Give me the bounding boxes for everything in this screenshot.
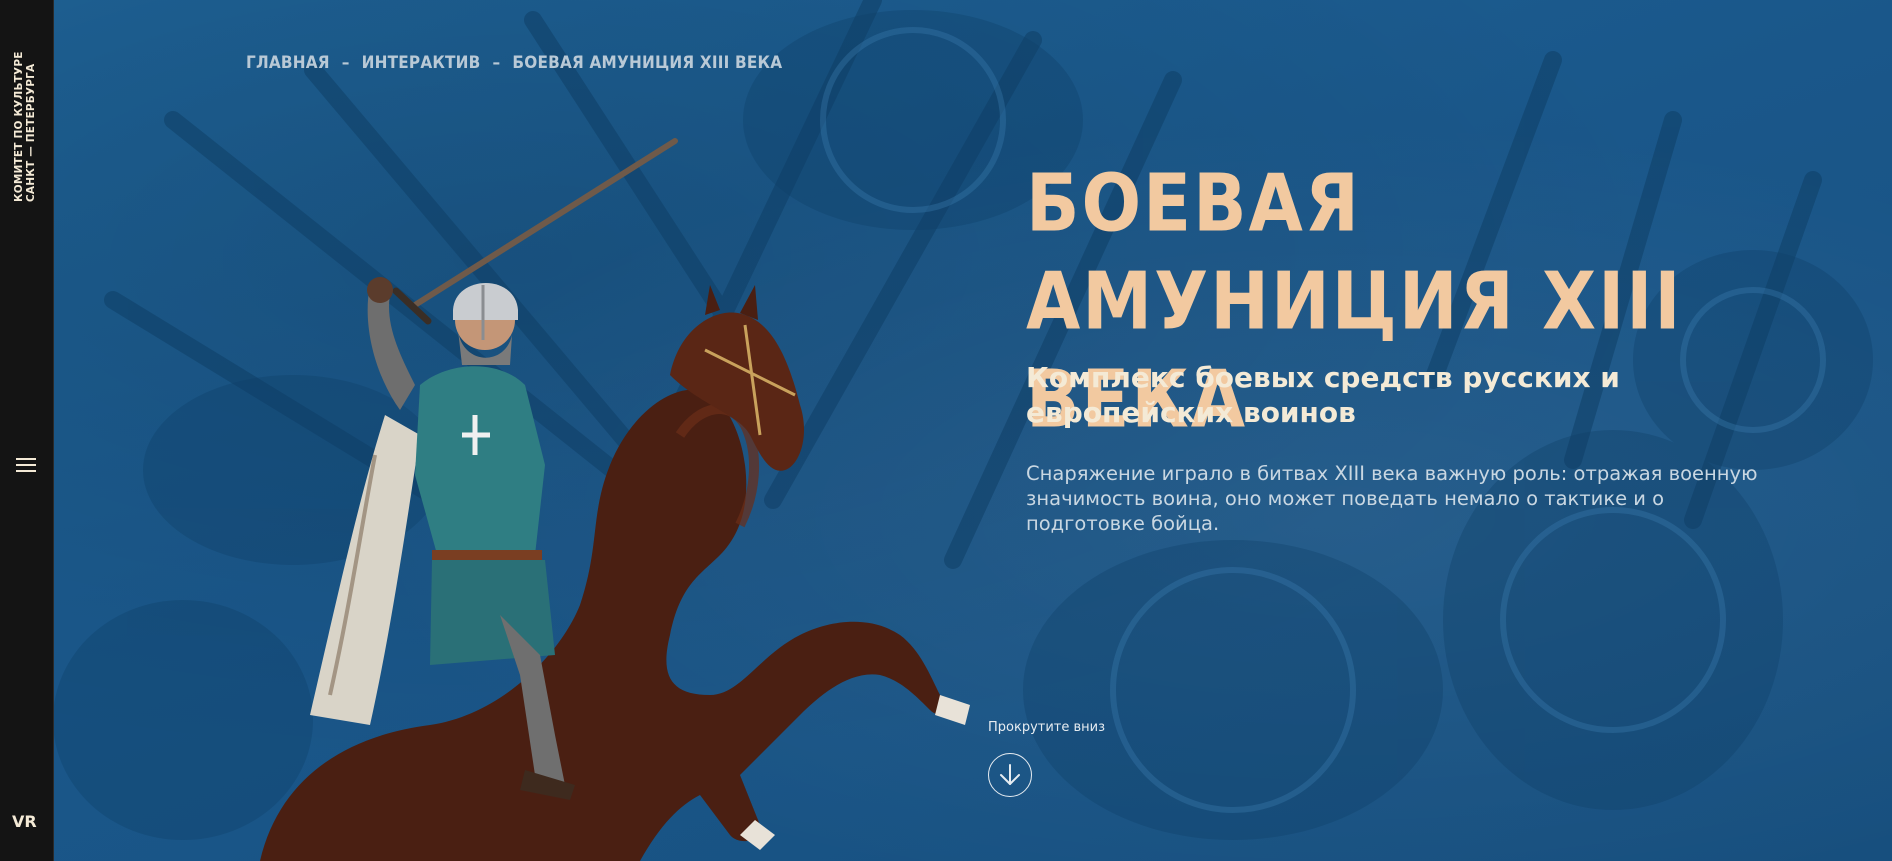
hamburger-menu-icon[interactable] <box>14 454 38 478</box>
breadcrumb-interactive[interactable]: ИНТЕРАКТИВ <box>362 53 481 73</box>
knight-on-horse-image <box>200 135 980 861</box>
breadcrumb-separator: – <box>492 53 501 73</box>
page: КОМИТЕТ ПО КУЛЬТУРЕ САНКТ — ПЕТЕРБУРГА V… <box>0 0 1892 861</box>
committee-logo[interactable]: КОМИТЕТ ПО КУЛЬТУРЕ САНКТ — ПЕТЕРБУРГА <box>13 38 41 202</box>
sidebar: КОМИТЕТ ПО КУЛЬТУРЕ САНКТ — ПЕТЕРБУРГА V… <box>0 0 54 861</box>
page-description: Снаряжение играло в битвах XIII века важ… <box>1026 462 1758 535</box>
scroll-down-label: Прокрутите вниз <box>988 720 1106 735</box>
breadcrumb: ГЛАВНАЯ – ИНТЕРАКТИВ – БОЕВАЯ АМУНИЦИЯ XIII … <box>246 53 782 73</box>
arrow-down-icon <box>1000 764 1020 785</box>
breadcrumb-current: БОЕВАЯ АМУНИЦИЯ XIII ВЕКА <box>512 53 783 73</box>
scroll-down-button[interactable] <box>988 753 1032 797</box>
vr-button[interactable]: VR <box>12 812 37 831</box>
breadcrumb-home[interactable]: ГЛАВНАЯ <box>246 53 330 73</box>
logo-line-2: САНКТ — ПЕТЕРБУРГА <box>25 63 37 202</box>
breadcrumb-separator: – <box>341 53 350 73</box>
logo-line-1: КОМИТЕТ ПО КУЛЬТУРЕ <box>13 51 25 202</box>
page-subtitle: Комплекс боевых средств русских и европе… <box>1026 361 1620 429</box>
